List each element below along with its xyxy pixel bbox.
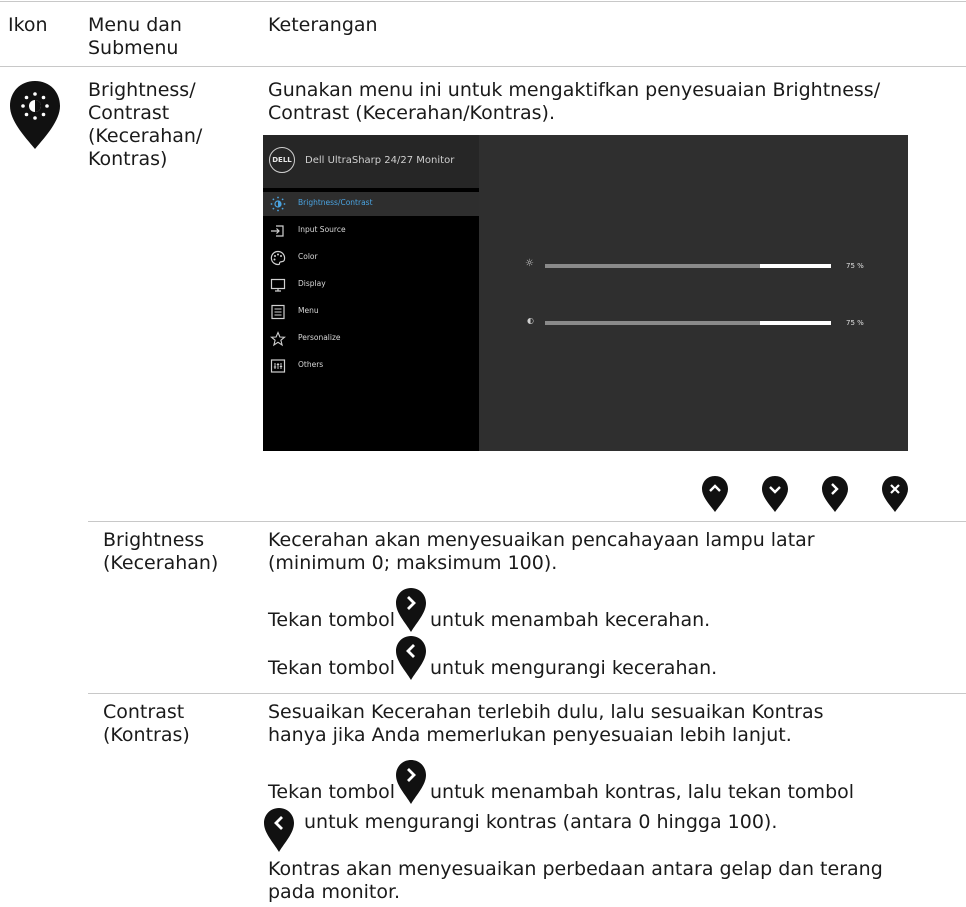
contrast-value: 75 % bbox=[846, 319, 864, 327]
main-menu-name: Brightness/ Contrast (Kecerahan/ Kontras… bbox=[88, 79, 203, 170]
osd-item-label: Brightness/Contrast bbox=[298, 198, 373, 207]
osd-item-brightness-contrast[interactable]: Brightness/Contrast bbox=[263, 192, 479, 216]
contrast-slider[interactable] bbox=[545, 321, 831, 325]
star-icon bbox=[270, 331, 286, 347]
brightness-inc-pre: Tekan tombol bbox=[268, 609, 396, 631]
row-rule-2 bbox=[88, 693, 966, 694]
osd-item-label: Input Source bbox=[298, 225, 346, 234]
main-desc: Gunakan menu ini untuk mengaktifkan peny… bbox=[268, 79, 881, 124]
brightness-pin-icon bbox=[10, 81, 60, 149]
osd-item-personalize[interactable]: Personalize bbox=[263, 327, 479, 351]
brightness-slider[interactable] bbox=[545, 264, 831, 268]
up-icon[interactable] bbox=[700, 474, 730, 514]
osd-title: Dell UltraSharp 24/27 Monitor bbox=[305, 155, 455, 166]
right-icon[interactable] bbox=[820, 474, 850, 514]
right-icon bbox=[396, 760, 426, 804]
display-icon bbox=[270, 278, 286, 292]
osd-item-label: Personalize bbox=[298, 333, 341, 342]
color-palette-icon bbox=[270, 250, 286, 266]
header-desc-col: Keterangan bbox=[268, 14, 378, 36]
contrast-inc-pre: Tekan tombol bbox=[268, 781, 396, 803]
header-menu-col: Menu dan Submenu bbox=[88, 14, 182, 59]
osd-header: DELL Dell UltraSharp 24/27 Monitor bbox=[263, 135, 479, 188]
contrast-dec-post: untuk mengurangi kontras (antara 0 hingg… bbox=[304, 811, 778, 833]
contrast-desc: Sesuaikan Kecerahan terlebih dulu, lalu … bbox=[268, 701, 824, 746]
osd-item-display[interactable]: Display bbox=[263, 273, 479, 297]
osd-item-label: Others bbox=[298, 360, 324, 369]
header-rule bbox=[0, 66, 966, 67]
left-icon bbox=[264, 808, 294, 852]
menu-icon bbox=[271, 304, 285, 320]
left-icon bbox=[396, 636, 426, 680]
row-rule-1 bbox=[88, 521, 966, 522]
contrast-note: Kontras akan menyesuaikan perbedaan anta… bbox=[268, 858, 883, 903]
brightness-slider-fill bbox=[545, 264, 760, 268]
input-source-icon bbox=[271, 225, 284, 237]
sun-icon: ☼ bbox=[525, 258, 534, 269]
osd-menu-panel: DELL Dell UltraSharp 24/27 Monitor Brigh… bbox=[263, 135, 479, 451]
osd-item-color[interactable]: Color bbox=[263, 246, 479, 270]
osd-item-menu[interactable]: Menu bbox=[263, 300, 479, 324]
contrast-icon: ◐ bbox=[527, 316, 534, 325]
others-icon bbox=[270, 359, 286, 373]
contrast-name: Contrast (Kontras) bbox=[103, 701, 190, 746]
brightness-dec-post: untuk mengurangi kecerahan. bbox=[430, 657, 718, 679]
top-rule bbox=[0, 1, 966, 2]
osd-item-label: Color bbox=[298, 252, 318, 261]
close-icon[interactable] bbox=[880, 474, 910, 514]
osd-item-label: Menu bbox=[298, 306, 319, 315]
brightness-value: 75 % bbox=[846, 262, 864, 270]
brightness-desc: Kecerahan akan menyesuaikan pencahayaan … bbox=[268, 529, 815, 574]
header-icon-col: Ikon bbox=[8, 14, 48, 36]
osd-item-label: Display bbox=[298, 279, 326, 288]
brightness-icon bbox=[270, 196, 286, 212]
dell-logo: DELL bbox=[269, 147, 295, 173]
osd-item-others[interactable]: Others bbox=[263, 354, 479, 378]
down-icon[interactable] bbox=[760, 474, 790, 514]
right-icon bbox=[396, 588, 426, 632]
osd-screen: DELL Dell UltraSharp 24/27 Monitor Brigh… bbox=[263, 135, 908, 451]
contrast-slider-fill bbox=[545, 321, 760, 325]
brightness-name: Brightness (Kecerahan) bbox=[103, 529, 219, 574]
brightness-dec-pre: Tekan tombol bbox=[268, 657, 396, 679]
brightness-inc-post: untuk menambah kecerahan. bbox=[430, 609, 711, 631]
osd-item-input-source[interactable]: Input Source bbox=[263, 219, 479, 243]
contrast-inc-post: untuk menambah kontras, lalu tekan tombo… bbox=[430, 781, 855, 803]
